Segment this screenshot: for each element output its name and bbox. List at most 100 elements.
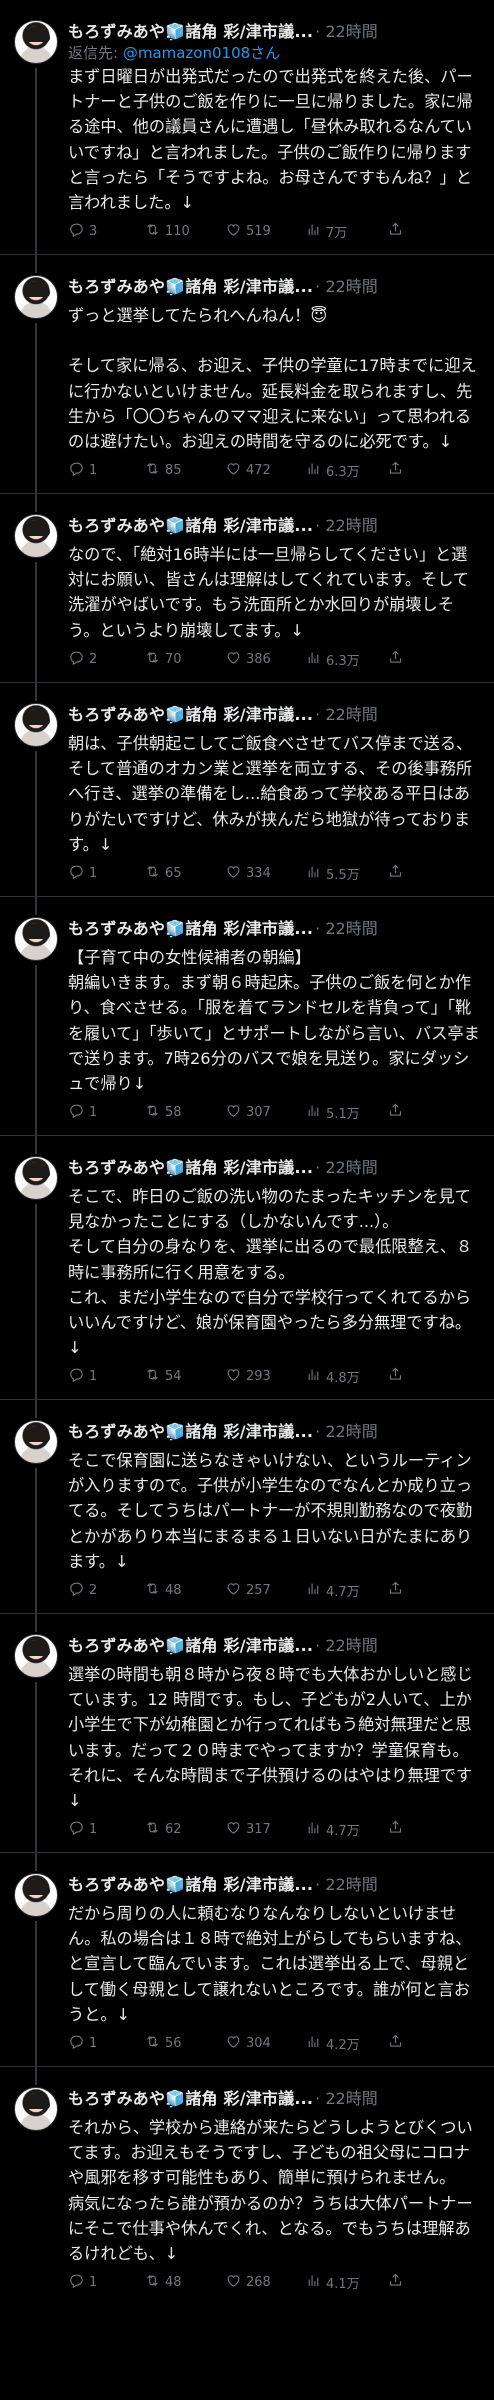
tweet-timestamp[interactable]: · 22時間: [315, 701, 378, 725]
tweet[interactable]: もろずみあや🧊諸角 彩/津市議... · 22時間 朝は、子供朝起こしてご飯食べさせ…: [0, 683, 494, 897]
author-name[interactable]: もろずみあや🧊諸角 彩/津市議...: [68, 915, 313, 939]
avatar[interactable]: [14, 703, 58, 747]
retweet-button[interactable]: 48: [144, 1580, 225, 1601]
views-button[interactable]: 5.5万: [305, 863, 387, 884]
like-button[interactable]: 293: [225, 1366, 305, 1387]
author-name[interactable]: もろずみあや🧊諸角 彩/津市議...: [68, 2085, 313, 2109]
share-button[interactable]: [387, 1366, 404, 1387]
views-button[interactable]: 5.1万: [305, 1102, 387, 1123]
author-name[interactable]: もろずみあや🧊諸角 彩/津市議...: [68, 1154, 313, 1178]
like-button[interactable]: 519: [225, 221, 305, 242]
retweet-button[interactable]: 65: [144, 863, 225, 884]
views-button[interactable]: 6.3万: [305, 460, 387, 481]
like-button[interactable]: 307: [225, 1102, 305, 1123]
tweet-timestamp[interactable]: · 22時間: [315, 915, 378, 939]
tweet[interactable]: もろずみあや🧊諸角 彩/津市議... · 22時間 そこで、昨日のご飯の洗い物のたま…: [0, 1136, 494, 1400]
author-name[interactable]: もろずみあや🧊諸角 彩/津市議...: [68, 1632, 313, 1656]
avatar[interactable]: [14, 275, 58, 319]
share-button[interactable]: [387, 863, 404, 884]
author-name[interactable]: もろずみあや🧊諸角 彩/津市議...: [68, 18, 313, 42]
reply-button[interactable]: 3: [68, 221, 144, 242]
tweet[interactable]: もろずみあや🧊諸角 彩/津市議... · 22時間 選挙の時間も朝８時から夜８時でも…: [0, 1614, 494, 1853]
views-button[interactable]: 7万: [305, 221, 387, 242]
tweet-timestamp[interactable]: · 22時間: [315, 512, 378, 536]
avatar[interactable]: [14, 1634, 58, 1678]
like-button[interactable]: 334: [225, 863, 305, 884]
share-button[interactable]: [387, 2033, 404, 2054]
tweet[interactable]: もろずみあや🧊諸角 彩/津市議... · 22時間 そこで保育園に送らなきゃいけない…: [0, 1400, 494, 1614]
tweet[interactable]: もろずみあや🧊諸角 彩/津市議... · 22時間 なので、「絶対16時半には一旦帰…: [0, 494, 494, 683]
tweet[interactable]: もろずみあや🧊諸角 彩/津市議... · 22時間 ずっと選挙してたられへんねん！😇…: [0, 255, 494, 494]
views-button[interactable]: 4.7万: [305, 1819, 387, 1840]
avatar[interactable]: [14, 2087, 58, 2131]
share-button[interactable]: [387, 1102, 404, 1123]
reply-button[interactable]: 2: [68, 1580, 144, 1601]
avatar[interactable]: [14, 20, 58, 64]
reply-button[interactable]: 1: [68, 460, 144, 481]
tweet-timestamp[interactable]: · 22時間: [315, 2085, 378, 2109]
tweet-timestamp[interactable]: · 22時間: [315, 1154, 378, 1178]
author-name[interactable]: もろずみあや🧊諸角 彩/津市議...: [68, 273, 313, 297]
retweet-button[interactable]: 48: [144, 2272, 225, 2293]
like-button[interactable]: 257: [225, 1580, 305, 1601]
tweet[interactable]: もろずみあや🧊諸角 彩/津市議... · 22時間 返信先: @mamazon010…: [0, 0, 494, 255]
tweet-thread: もろずみあや🧊諸角 彩/津市議... · 22時間 返信先: @mamazon010…: [0, 0, 494, 2400]
tweet-timestamp[interactable]: · 22時間: [315, 1632, 378, 1656]
tweet-timestamp[interactable]: · 22時間: [315, 18, 378, 42]
avatar[interactable]: [14, 1420, 58, 1464]
tweet-timestamp[interactable]: · 22時間: [315, 1418, 378, 1442]
like-button[interactable]: 304: [225, 2033, 305, 2054]
retweet-count: 56: [165, 2035, 182, 2051]
author-name[interactable]: もろずみあや🧊諸角 彩/津市議...: [68, 701, 313, 725]
retweet-button[interactable]: 85: [144, 460, 225, 481]
views-button[interactable]: 6.3万: [305, 649, 387, 670]
views-button[interactable]: 4.2万: [305, 2033, 387, 2054]
reply-button[interactable]: 1: [68, 2033, 144, 2054]
like-button[interactable]: 472: [225, 460, 305, 481]
reply-button[interactable]: 1: [68, 1366, 144, 1387]
retweet-button[interactable]: 58: [144, 1102, 225, 1123]
avatar[interactable]: [14, 514, 58, 558]
share-button[interactable]: [387, 460, 404, 481]
tweet[interactable]: もろずみあや🧊諸角 彩/津市議... · 22時間それから、学校から連絡が来たらど…: [0, 2067, 494, 2306]
avatar[interactable]: [14, 1156, 58, 1200]
author-name[interactable]: もろずみあや🧊諸角 彩/津市議...: [68, 1418, 313, 1442]
retweet-button[interactable]: 62: [144, 1819, 225, 1840]
tweet[interactable]: もろずみあや🧊諸角 彩/津市議... · 22時間 だから周りの人に頼むなりなんなり…: [0, 1853, 494, 2067]
reply-button[interactable]: 1: [68, 1102, 144, 1123]
views-button[interactable]: 4.7万: [305, 1580, 387, 1601]
tweet-timestamp[interactable]: · 22時間: [315, 273, 378, 297]
share-button[interactable]: [387, 2272, 404, 2293]
share-button[interactable]: [387, 1819, 404, 1840]
share-icon: [387, 1819, 404, 1840]
retweet-button[interactable]: 70: [144, 649, 225, 670]
share-button[interactable]: [387, 1580, 404, 1601]
reply-icon: [68, 649, 85, 670]
reply-count: 1: [89, 2035, 98, 2051]
author-name[interactable]: もろずみあや🧊諸角 彩/津市議...: [68, 512, 313, 536]
like-button[interactable]: 317: [225, 1819, 305, 1840]
avatar[interactable]: [14, 917, 58, 961]
views-button[interactable]: 4.1万: [305, 2272, 387, 2293]
share-button[interactable]: [387, 221, 404, 242]
reply-button[interactable]: 1: [68, 2272, 144, 2293]
views-count: 5.5万: [326, 867, 360, 883]
retweet-button[interactable]: 110: [144, 221, 225, 242]
like-button[interactable]: 386: [225, 649, 305, 670]
tweet-timestamp[interactable]: · 22時間: [315, 1871, 378, 1895]
retweet-button[interactable]: 54: [144, 1366, 225, 1387]
reply-button[interactable]: 2: [68, 649, 144, 670]
reply-button[interactable]: 1: [68, 863, 144, 884]
retweet-button[interactable]: 56: [144, 2033, 225, 2054]
avatar[interactable]: [14, 1873, 58, 1917]
share-button[interactable]: [387, 649, 404, 670]
replying-handle-link[interactable]: @mamazon0108さん: [123, 44, 280, 62]
reply-button[interactable]: 1: [68, 1819, 144, 1840]
views-button[interactable]: 4.8万: [305, 1366, 387, 1387]
author-name[interactable]: もろずみあや🧊諸角 彩/津市議...: [68, 1871, 313, 1895]
reply-count: 1: [89, 1368, 98, 1384]
tweet-text: それから、学校から連絡が来たらどうしようとびくついてます。お迎えもそうですし、子…: [68, 2118, 473, 2264]
like-button[interactable]: 268: [225, 2272, 305, 2293]
tweet[interactable]: もろずみあや🧊諸角 彩/津市議... · 22時間 【子育て中の女性候補者の朝編】 …: [0, 897, 494, 1136]
heart-icon: [225, 2272, 242, 2293]
